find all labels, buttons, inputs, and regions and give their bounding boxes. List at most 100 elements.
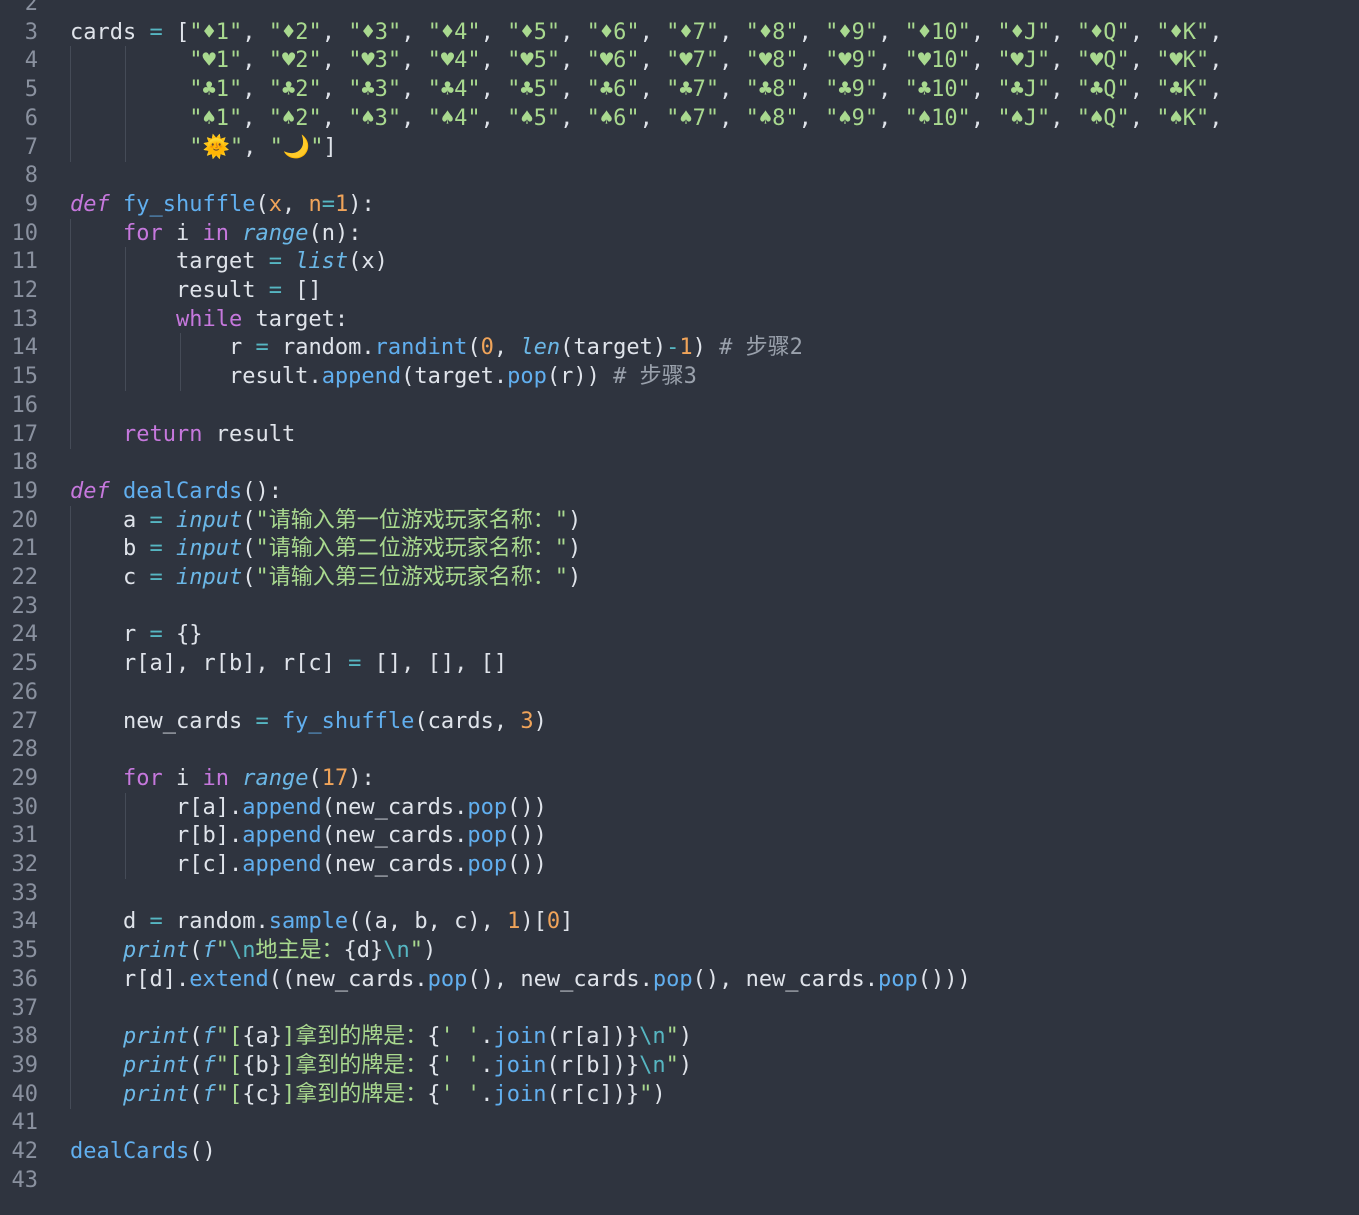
code-line[interactable]: 17 return result (0, 419, 1359, 449)
code-token: (r)) (546, 364, 614, 390)
code-token: "[ (215, 1052, 243, 1078)
code-line[interactable]: 23 (0, 591, 1359, 621)
code-line[interactable]: 30 r[a].append(new_cards.pop()) (0, 792, 1359, 822)
code-text[interactable]: r[b].append(new_cards.pop()) (70, 821, 547, 850)
code-line[interactable]: 36 r[d].extend((new_cards.pop(), new_car… (0, 964, 1359, 994)
code-line[interactable]: 2 (0, 0, 1359, 18)
line-number: 6 (24, 105, 38, 131)
code-line[interactable]: 5 "♣1", "♣2", "♣3", "♣4", "♣5", "♣6", "♣… (0, 75, 1359, 105)
code-line[interactable]: 6 "♠1", "♠2", "♠3", "♠4", "♠5", "♠6", "♠… (0, 103, 1359, 133)
code-token: r[b] (175, 823, 229, 849)
code-line[interactable]: 19 def dealCards(): (0, 477, 1359, 506)
code-token: (new_cards (321, 823, 455, 849)
code-line[interactable]: 8 (0, 161, 1359, 190)
code-line[interactable]: 10 for i in range(n): (0, 218, 1359, 248)
code-text[interactable]: dealCards() (70, 1137, 216, 1166)
code-text[interactable]: r = {} (70, 620, 203, 649)
code-line[interactable]: 24 r = {} (0, 620, 1359, 650)
code-text[interactable]: r[c].append(new_cards.pop()) (70, 850, 547, 879)
code-token: "♠6" (586, 105, 640, 131)
code-line[interactable]: 3 cards = ["♦1", "♦2", "♦3", "♦4", "♦5", … (0, 18, 1359, 47)
code-text[interactable]: while target: (70, 305, 348, 334)
code-line[interactable]: 33 (0, 878, 1359, 908)
code-text[interactable]: def dealCards(): (70, 477, 282, 506)
code-text[interactable]: cards = ["♦1", "♦2", "♦3", "♦4", "♦5", "… (70, 18, 1223, 47)
code-token: , (878, 77, 905, 103)
code-text[interactable]: return result (70, 420, 295, 449)
code-token: "♦10" (904, 19, 971, 45)
code-token: pop (467, 823, 508, 849)
code-line[interactable]: 37 (0, 993, 1359, 1023)
code-line[interactable]: 12 result = [] (0, 276, 1359, 305)
code-line[interactable]: 35 print(f"\n地主是：{d}\n") (0, 936, 1359, 966)
code-text[interactable]: target = list(x) (70, 247, 388, 276)
code-line[interactable]: 26 (0, 677, 1359, 707)
code-token: , (798, 48, 826, 74)
code-line[interactable]: 43 (0, 1166, 1359, 1195)
code-line[interactable]: 41 (0, 1108, 1359, 1137)
code-line[interactable]: 25 r[a], r[b], r[c] = [], [], [] (0, 649, 1359, 679)
code-line[interactable]: 34 d = random.sample((a, b, c), 1)[0] (0, 907, 1359, 937)
code-text[interactable]: r = random.randint(0, len(target)-1) # 步… (70, 333, 803, 362)
code-line[interactable]: 39 print(f"[{b}]拿到的牌是：{' '.join(r[b])}\n… (0, 1050, 1359, 1080)
code-token: extend (189, 966, 269, 992)
code-token: "♥5" (507, 48, 561, 74)
code-line[interactable]: 42 dealCards() (0, 1137, 1359, 1166)
code-line[interactable]: 9 def fy_shuffle(x, n=1): (0, 190, 1359, 219)
code-text[interactable]: def fy_shuffle(x, n=1): (70, 190, 375, 219)
code-line[interactable]: 31 r[b].append(new_cards.pop()) (0, 821, 1359, 851)
code-token: . (480, 1081, 494, 1107)
code-token: , (719, 105, 746, 131)
code-line[interactable]: 40 print(f"[{c}]拿到的牌是：{' '.join(r[c])}") (0, 1079, 1359, 1109)
code-text[interactable]: "🌞", "🌙"] (70, 133, 337, 162)
code-token: , (321, 77, 349, 103)
code-token: . (864, 966, 879, 992)
line-number: 8 (24, 163, 38, 189)
code-line[interactable]: 38 print(f"[{a}]拿到的牌是：{' '.join(r[a])}\n… (0, 1022, 1359, 1052)
code-token: ()) (507, 852, 547, 877)
code-line[interactable]: 4 "♥1", "♥2", "♥3", "♥4", "♥5", "♥6", "♥… (0, 46, 1359, 76)
code-line[interactable]: 28 (0, 735, 1359, 765)
code-editor[interactable]: 2 3 cards = ["♦1", "♦2", "♦3", "♦4", "♦5",… (0, 0, 1359, 1215)
code-token: , (719, 48, 746, 74)
code-text[interactable]: print(f"[{a}]拿到的牌是：{' '.join(r[a])}\n") (70, 1022, 692, 1051)
code-line[interactable]: 13 while target: (0, 304, 1359, 334)
code-text[interactable]: b = input("请输入第二位游戏玩家名称：") (70, 534, 581, 563)
code-line[interactable]: 16 (0, 390, 1359, 420)
code-text[interactable]: r[a].append(new_cards.pop()) (70, 793, 547, 822)
code-line[interactable]: 27 new_cards = fy_shuffle(cards, 3) (0, 706, 1359, 736)
code-line[interactable]: 29 for i in range(17): (0, 763, 1359, 793)
code-line[interactable]: 21 b = input("请输入第二位游戏玩家名称：") (0, 534, 1359, 564)
code-text[interactable]: r[a], r[b], r[c] = [], [], [] (70, 649, 507, 678)
code-text[interactable]: r[d].extend((new_cards.pop(), new_cards.… (70, 965, 971, 994)
code-line[interactable]: 32 r[c].append(new_cards.pop()) (0, 850, 1359, 879)
code-text[interactable]: result = [] (70, 276, 322, 305)
code-text[interactable]: for i in range(17): (70, 764, 375, 793)
code-line[interactable]: 7 "🌞", "🌙"] (0, 132, 1359, 162)
code-text[interactable]: d = random.sample((a, b, c), 1)[0] (70, 907, 573, 936)
code-text[interactable]: new_cards = fy_shuffle(cards, 3) (70, 707, 547, 736)
code-line[interactable]: 14 r = random.randint(0, len(target)-1) … (0, 333, 1359, 363)
code-text[interactable]: print(f"\n地主是：{d}\n") (70, 936, 436, 965)
code-token: 1 (679, 335, 693, 361)
code-text[interactable]: print(f"[{c}]拿到的牌是：{' '.join(r[c])}") (70, 1080, 666, 1109)
code-token: . (228, 852, 243, 877)
code-text[interactable]: c = input("请输入第三位游戏玩家名称：") (70, 563, 581, 592)
code-token: "🌙" (269, 134, 324, 160)
code-text[interactable]: "♥1", "♥2", "♥3", "♥4", "♥5", "♥6", "♥7"… (70, 46, 1222, 75)
code-token: , (401, 77, 428, 103)
code-text[interactable]: result.append(target.pop(r)) # 步骤3 (70, 362, 697, 391)
code-line[interactable]: 11 target = list(x) (0, 247, 1359, 277)
code-text[interactable]: "♣1", "♣2", "♣3", "♣4", "♣5", "♣6", "♣7"… (70, 75, 1222, 104)
code-text[interactable]: for i in range(n): (70, 219, 361, 248)
code-line[interactable]: 18 (0, 448, 1359, 477)
code-token: " (665, 1052, 679, 1078)
code-text[interactable]: a = input("请输入第一位游戏玩家名称：") (70, 506, 581, 535)
code-line[interactable]: 15 result.append(target.pop(r)) # 步骤3 (0, 362, 1359, 392)
code-line[interactable]: 22 c = input("请输入第三位游戏玩家名称：") (0, 563, 1359, 592)
code-text[interactable]: "♠1", "♠2", "♠3", "♠4", "♠5", "♠6", "♠7"… (70, 104, 1222, 133)
code-line[interactable]: 20 a = input("请输入第一位游戏玩家名称：") (0, 505, 1359, 535)
code-text[interactable]: print(f"[{b}]拿到的牌是：{' '.join(r[b])}\n") (70, 1051, 692, 1080)
